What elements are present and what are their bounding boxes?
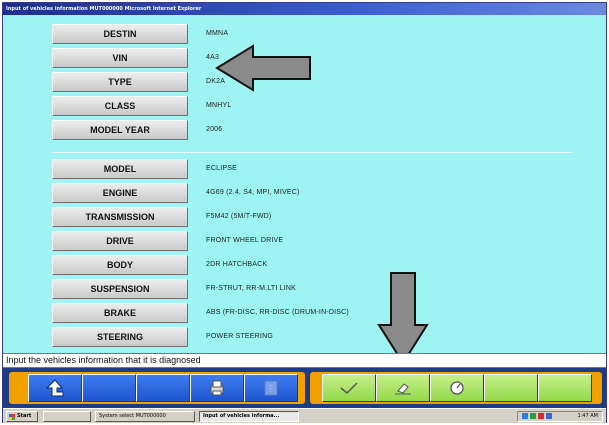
section-divider [52, 152, 572, 153]
network-icon[interactable] [522, 413, 528, 419]
model-year-value: 2006 [206, 126, 223, 133]
svg-text:?: ? [268, 384, 273, 395]
left-button-group: ? [28, 374, 298, 402]
brake-value: ABS (FR-DISC, RR-DISC (DRUM-IN-DISC) [206, 309, 349, 316]
spec-row-brake: BRAKE ABS (FR-DISC, RR-DISC (DRUM-IN-DIS… [52, 303, 572, 323]
model-year-button[interactable]: MODEL YEAR [52, 120, 188, 140]
model-button[interactable]: MODEL [52, 159, 188, 179]
windows-taskbar: Start System select MUT000000 Input of v… [3, 408, 606, 423]
body-value: 2DR HATCHBACK [206, 261, 268, 268]
steering-button[interactable]: STEERING [52, 327, 188, 347]
start-button[interactable]: Start [6, 411, 38, 422]
info-row-class: CLASS MNHYL [52, 96, 572, 116]
suspension-value: FR-STRUT, RR-M.LTI LINK [206, 285, 297, 292]
toolbar-blank-button-1[interactable] [82, 374, 136, 402]
engine-button[interactable]: ENGINE [52, 183, 188, 203]
spec-row-transmission: TRANSMISSION F5M42 (5M/T-FWD) [52, 207, 572, 227]
right-button-group [322, 374, 592, 402]
toolbar-blank-button-2[interactable] [136, 374, 190, 402]
left-arrow-annotation-icon [215, 44, 311, 92]
spec-row-body: BODY 2DR HATCHBACK [52, 255, 572, 275]
help-icon: ? [264, 380, 278, 396]
transmission-value: F5M42 (5M/T-FWD) [206, 213, 272, 220]
destin-button[interactable]: DESTIN [52, 24, 188, 44]
toolbar-blank-button-3[interactable] [484, 374, 538, 402]
volume-icon[interactable] [546, 413, 552, 419]
toolbar-blank-button-4[interactable] [538, 374, 592, 402]
right-button-frame [310, 372, 602, 404]
spec-row-engine: ENGINE 4G69 (2.4, S4, MPI, MIVEC) [52, 183, 572, 203]
info-row-model-year: MODEL YEAR 2006 [52, 120, 572, 140]
class-button[interactable]: CLASS [52, 96, 188, 116]
function-toolbar: ? [3, 368, 606, 408]
meter-button[interactable] [430, 374, 484, 402]
spec-row-model: MODEL ECLIPSE [52, 159, 572, 179]
taskbar-task-system-select[interactable]: System select MUT000000 [95, 411, 195, 422]
gauge-icon [450, 381, 464, 395]
destin-value: MMNA [206, 30, 229, 37]
body-button[interactable]: BODY [52, 255, 188, 275]
model-value: ECLIPSE [206, 165, 237, 172]
eraser-icon [395, 383, 411, 395]
ok-button[interactable] [322, 374, 376, 402]
status-message: Input the vehicles information that it i… [3, 353, 606, 368]
checkmark-icon [340, 382, 358, 395]
drive-value: FRONT WHEEL DRIVE [206, 237, 284, 244]
spec-row-suspension: SUSPENSION FR-STRUT, RR-M.LTI LINK [52, 279, 572, 299]
update-icon[interactable] [530, 413, 536, 419]
info-row-destin: DESTIN MMNA [52, 24, 572, 44]
spec-row-drive: DRIVE FRONT WHEEL DRIVE [52, 231, 572, 251]
drive-button[interactable]: DRIVE [52, 231, 188, 251]
print-button[interactable] [190, 374, 244, 402]
print-icon [210, 380, 224, 396]
help-button[interactable]: ? [244, 374, 298, 402]
tray-icons [522, 413, 556, 420]
back-button[interactable] [28, 374, 82, 402]
vin-button[interactable]: VIN [52, 48, 188, 68]
window-title: Input of vehicles information MUT000000 … [3, 3, 606, 15]
up-arrow-icon [45, 379, 64, 397]
vehicle-info-panel: DESTIN MMNA VIN 4A3 TYPE DK2A CLASS MNHY… [3, 15, 606, 365]
left-button-frame: ? [9, 372, 305, 404]
system-tray: 1:47 AM [517, 411, 603, 422]
start-label: Start [17, 413, 32, 419]
engine-value: 4G69 (2.4, S4, MPI, MIVEC) [206, 189, 300, 196]
suspension-button[interactable]: SUSPENSION [52, 279, 188, 299]
brake-button[interactable]: BRAKE [52, 303, 188, 323]
down-arrow-annotation-icon [377, 272, 429, 365]
class-value: MNHYL [206, 102, 232, 109]
steering-value: POWER STEERING [206, 333, 273, 340]
app-window: Input of vehicles information MUT000000 … [2, 2, 607, 423]
taskbar-quicklaunch[interactable] [43, 411, 91, 422]
taskbar-task-vehicle-info[interactable]: Input of vehicles informa... [199, 411, 299, 422]
windows-logo-icon [9, 414, 15, 420]
clock: 1:47 AM [577, 413, 598, 419]
clear-button[interactable] [376, 374, 430, 402]
type-button[interactable]: TYPE [52, 72, 188, 92]
transmission-button[interactable]: TRANSMISSION [52, 207, 188, 227]
spec-row-steering: STEERING POWER STEERING [52, 327, 572, 347]
alert-icon[interactable] [538, 413, 544, 419]
